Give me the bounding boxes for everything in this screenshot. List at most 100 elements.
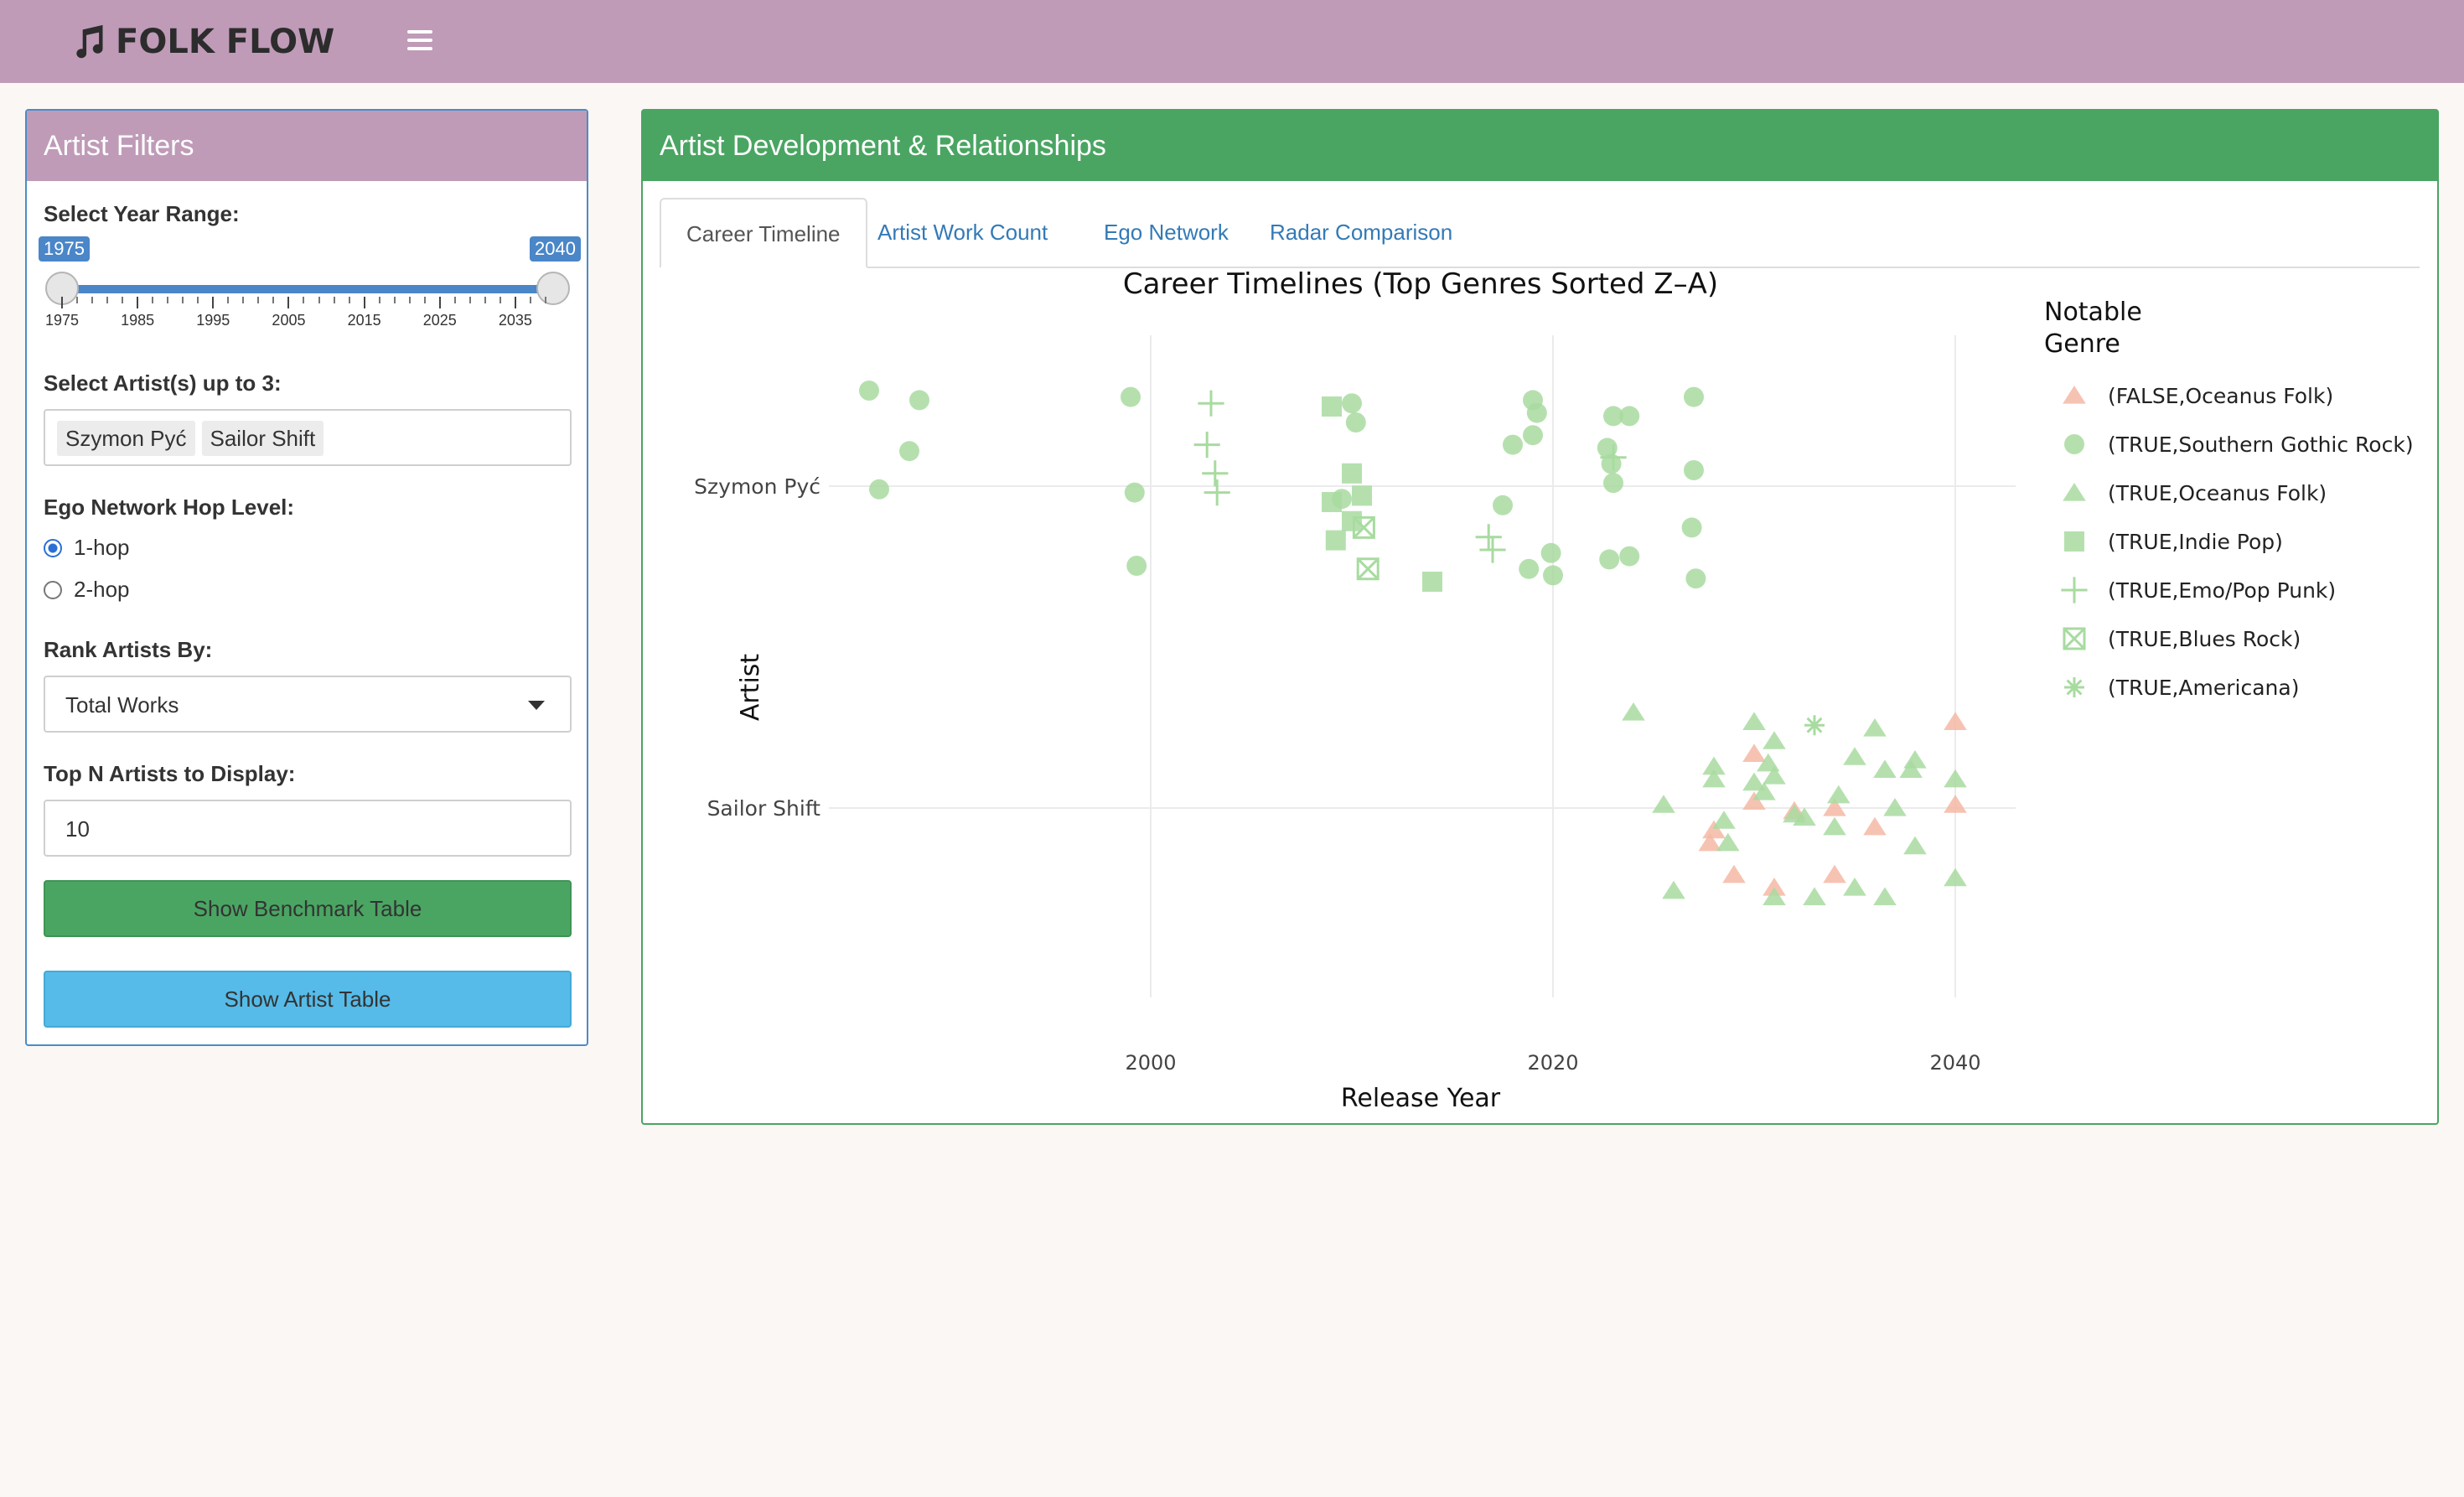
brand-title: FOLK FLOW bbox=[116, 23, 335, 61]
slider-tick bbox=[468, 297, 471, 303]
slider-tick bbox=[499, 297, 501, 303]
data-point bbox=[1322, 492, 1342, 512]
data-point bbox=[1823, 816, 1846, 836]
legend-label: (TRUE,Indie Pop) bbox=[2108, 530, 2283, 554]
data-point bbox=[1202, 460, 1229, 487]
data-point bbox=[1652, 795, 1675, 813]
data-point bbox=[1863, 718, 1887, 737]
data-point bbox=[1193, 432, 1220, 458]
slider-tick bbox=[438, 297, 441, 308]
slider-track[interactable] bbox=[62, 285, 553, 293]
data-point bbox=[899, 441, 919, 462]
show-artist-table-button[interactable]: Show Artist Table bbox=[44, 971, 572, 1028]
y-axis-labels: Szymon Pyć Sailor Shift bbox=[694, 474, 820, 821]
hamburger-menu-icon[interactable] bbox=[407, 25, 432, 55]
artist-development-panel: Artist Development & Relationships Caree… bbox=[641, 109, 2439, 1125]
data-point bbox=[1804, 715, 1825, 736]
radio-button[interactable] bbox=[44, 580, 62, 599]
topn-label: Top N Artists to Display: bbox=[44, 761, 296, 786]
data-point bbox=[1356, 557, 1380, 581]
data-point bbox=[1873, 759, 1897, 778]
data-point bbox=[1685, 568, 1706, 589]
tab-artist-work-count[interactable]: Artist Work Count bbox=[852, 198, 1073, 267]
data-point bbox=[1479, 536, 1506, 563]
data-point bbox=[1712, 811, 1736, 829]
artist-chip[interactable]: Sailor Shift bbox=[201, 421, 324, 456]
slider-tick bbox=[363, 297, 365, 308]
slider-tick bbox=[544, 297, 546, 303]
radio-button[interactable] bbox=[44, 538, 62, 557]
data-point bbox=[1526, 402, 1547, 423]
data-point bbox=[1684, 460, 1704, 480]
legend-label: (FALSE,Oceanus Folk) bbox=[2108, 384, 2333, 408]
chart-legend: (FALSE,Oceanus Folk) (TRUE,Southern Gothi… bbox=[2061, 384, 2414, 700]
slider-tick bbox=[453, 297, 456, 303]
show-benchmark-table-button[interactable]: Show Benchmark Table bbox=[44, 880, 572, 937]
slider-tick bbox=[348, 297, 350, 303]
caret-down-icon bbox=[528, 701, 545, 710]
main-header: Artist Development & Relationships bbox=[643, 111, 2437, 181]
data-point bbox=[1121, 386, 1141, 407]
slider-tick-label: 1995 bbox=[196, 312, 230, 329]
data-point bbox=[1519, 558, 1540, 579]
slider-to-badge: 2040 bbox=[530, 236, 581, 262]
slider-tick bbox=[137, 297, 139, 308]
data-point bbox=[1843, 747, 1866, 765]
legend-key bbox=[2063, 627, 2086, 650]
slider-tick bbox=[257, 297, 260, 303]
slider-tick bbox=[182, 297, 184, 303]
tab-ego-network[interactable]: Ego Network bbox=[1079, 198, 1254, 267]
data-point bbox=[1944, 769, 1967, 788]
data-point bbox=[1742, 743, 1766, 762]
data-point bbox=[869, 479, 889, 500]
x-axis-title: Release Year bbox=[1341, 1084, 1501, 1113]
data-point bbox=[1325, 530, 1346, 551]
year-range-slider[interactable]: 1975 2040 1975 1985 1995 2005 2015 2025 2035 bbox=[39, 236, 581, 337]
slider-tick bbox=[423, 297, 426, 303]
slider-tick bbox=[122, 297, 124, 303]
topn-input[interactable]: 10 bbox=[44, 800, 572, 857]
legend-key bbox=[2063, 386, 2086, 404]
slider-tick bbox=[242, 297, 245, 303]
slider-tick-label: 2005 bbox=[272, 312, 306, 329]
slider-tick bbox=[484, 297, 486, 303]
data-point bbox=[1722, 864, 1746, 883]
data-point bbox=[1827, 785, 1851, 804]
hop-option-2[interactable]: 2-hop bbox=[44, 577, 130, 603]
slider-tick bbox=[167, 297, 169, 303]
data-point bbox=[1742, 712, 1766, 730]
slider-tick bbox=[393, 297, 396, 303]
data-point bbox=[1763, 887, 1786, 905]
tab-radar-comparison[interactable]: Radar Comparison bbox=[1245, 198, 1478, 267]
slider-tick bbox=[106, 297, 109, 303]
tab-career-timeline[interactable]: Career Timeline bbox=[660, 198, 867, 268]
data-point bbox=[1873, 887, 1897, 905]
slider-to-handle[interactable] bbox=[536, 272, 570, 305]
legend-key bbox=[2063, 483, 2086, 501]
rank-label: Rank Artists By: bbox=[44, 637, 213, 662]
rank-dropdown[interactable]: Total Works bbox=[44, 676, 572, 733]
year-range-label: Select Year Range: bbox=[44, 201, 240, 226]
legend-key bbox=[2064, 531, 2084, 552]
data-point bbox=[1863, 816, 1887, 836]
data-point bbox=[1543, 565, 1563, 586]
legend-key bbox=[2064, 677, 2084, 697]
brand[interactable]: FOLK FLOW bbox=[70, 18, 334, 65]
artist-chip[interactable]: Szymon Pyć bbox=[57, 421, 195, 456]
x-axis-labels: 2000 2020 2040 bbox=[1125, 1051, 1980, 1075]
data-point bbox=[1622, 702, 1645, 721]
slider-tick bbox=[212, 297, 215, 308]
rank-dropdown-value: Total Works bbox=[65, 692, 179, 717]
legend-label: (TRUE,Southern Gothic Rock) bbox=[2108, 433, 2414, 457]
slider-tick bbox=[303, 297, 305, 303]
data-point bbox=[1198, 390, 1224, 417]
slider-tick bbox=[91, 297, 94, 303]
music-note-icon bbox=[76, 24, 103, 59]
artist-select[interactable]: Szymon Pyć Sailor Shift bbox=[44, 409, 572, 466]
data-point bbox=[1342, 393, 1362, 414]
legend-label: (TRUE,Americana) bbox=[2108, 676, 2299, 700]
slider-tick bbox=[514, 297, 516, 308]
data-point bbox=[1124, 482, 1145, 503]
hop-option-1[interactable]: 1-hop bbox=[44, 535, 130, 561]
slider-tick bbox=[76, 297, 79, 303]
